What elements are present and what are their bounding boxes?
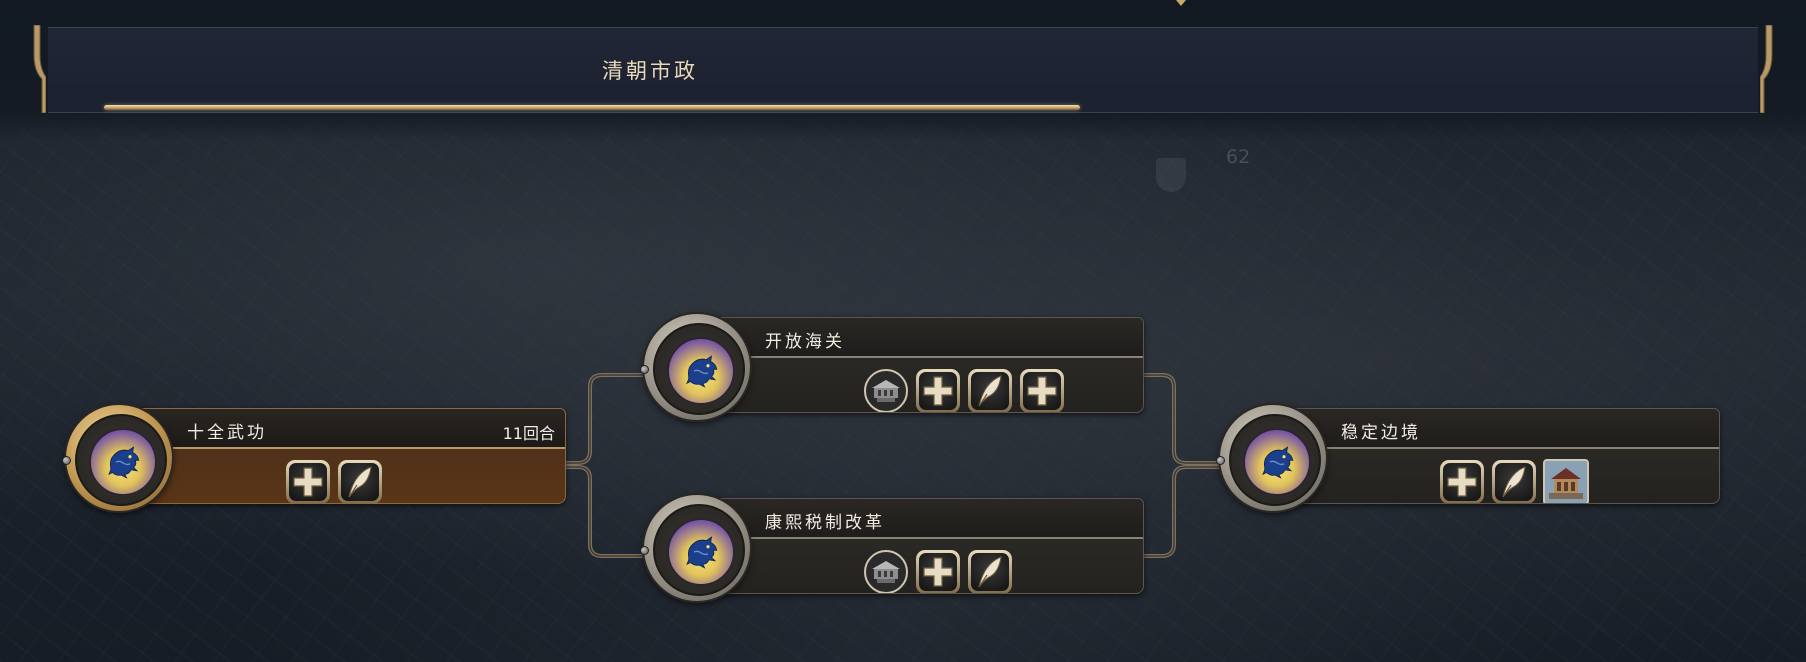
policy-title: 十全武功 [187, 423, 267, 443]
policy-medallion [1220, 405, 1326, 511]
dragon-emblem-icon [667, 337, 735, 405]
connector-p3-p4 [1138, 465, 1230, 558]
plus-icon[interactable] [285, 459, 331, 503]
policy-title: 开放海关 [765, 332, 845, 352]
rivet [640, 365, 649, 374]
quill-icon[interactable] [967, 368, 1013, 412]
policy-turns-remaining: 11回合 [502, 424, 555, 443]
policy-title: 康熙税制改革 [765, 513, 885, 533]
rivet [1216, 456, 1225, 465]
policy-card-p2[interactable]: 开放海关 [640, 314, 1146, 424]
policy-card-p4[interactable]: 稳定边境 [1216, 405, 1722, 515]
connector-p1-p2 [560, 373, 650, 465]
policy-card-panel: 开放海关 [702, 317, 1144, 413]
policy-title: 稳定边境 [1341, 423, 1421, 443]
rivet [62, 456, 71, 465]
plus-icon[interactable] [915, 368, 961, 412]
quill-icon[interactable] [1491, 459, 1537, 503]
policy-medallion [644, 314, 750, 420]
policy-effect-icons [863, 549, 1013, 593]
policy-card-panel: 十全武功 11回合 [124, 408, 566, 504]
rivet [640, 546, 649, 555]
connector-p1-p3 [560, 465, 650, 558]
palace-building-icon[interactable] [1543, 459, 1589, 503]
quill-icon[interactable] [337, 459, 383, 503]
policy-card-p3[interactable]: 康熙税制改革 [640, 495, 1146, 605]
policy-effect-icons [285, 459, 383, 503]
dragon-emblem-icon [1243, 428, 1311, 496]
policy-medallion [66, 405, 172, 511]
plus-icon[interactable] [1439, 459, 1485, 503]
plus-icon[interactable] [915, 549, 961, 593]
policy-titlebar: 十全武功 11回合 [125, 409, 565, 449]
policy-medallion [644, 495, 750, 601]
policy-card-p1[interactable]: 十全武功 11回合 [62, 405, 568, 515]
building-ship-icon[interactable] [863, 549, 909, 593]
connector-p2-p4 [1138, 373, 1230, 465]
policy-card-panel: 稳定边境 [1278, 408, 1720, 504]
policy-effect-icons [863, 368, 1065, 412]
plus-icon[interactable] [1019, 368, 1065, 412]
policy-titlebar: 稳定边境 [1279, 409, 1719, 449]
policy-tree-screen: 62 清朝市政 十全武功 11回合 开放海关 康熙税制改革 稳定边境 [0, 0, 1806, 662]
dragon-emblem-icon [89, 428, 157, 496]
policy-card-panel: 康熙税制改革 [702, 498, 1144, 594]
policy-titlebar: 康熙税制改革 [703, 499, 1143, 539]
quill-icon[interactable] [967, 549, 1013, 593]
building-ship-icon[interactable] [863, 368, 909, 412]
dragon-emblem-icon [667, 518, 735, 586]
policy-titlebar: 开放海关 [703, 318, 1143, 358]
policy-effect-icons [1439, 459, 1589, 503]
